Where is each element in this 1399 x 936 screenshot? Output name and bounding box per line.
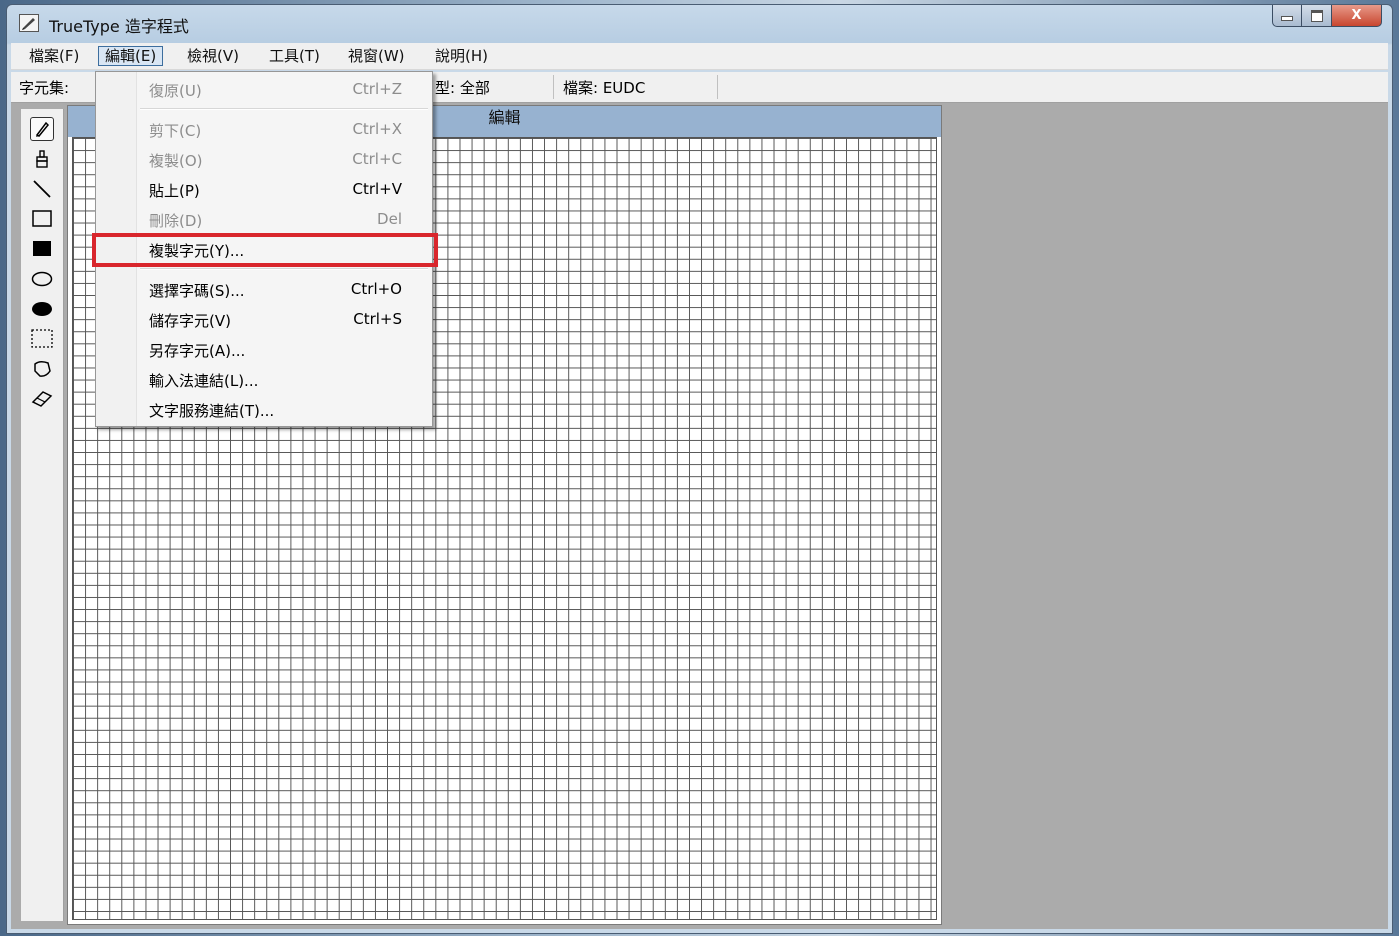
brush-icon[interactable] — [30, 147, 54, 171]
toolbox — [21, 109, 64, 921]
menu-item-label: 輸入法連結(L)... — [149, 372, 259, 390]
menu-separator — [140, 108, 428, 110]
filled-ellipse-icon[interactable] — [30, 297, 54, 321]
menu-bar: 檔案(F) 編輯(E) 檢視(V) 工具(T) 視窗(W) 說明(H) — [11, 43, 1388, 70]
pencil-icon[interactable] — [30, 117, 54, 141]
maximize-icon — [1310, 9, 1323, 22]
hollow-ellipse-icon[interactable] — [30, 267, 54, 291]
title-bar[interactable]: TrueType 造字程式 X — [7, 5, 1392, 41]
close-button[interactable]: X — [1332, 5, 1382, 27]
eraser-icon[interactable] — [30, 387, 54, 411]
freeform-select-icon[interactable] — [30, 357, 54, 381]
menu-item-undo[interactable]: 復原(U) Ctrl+Z — [96, 76, 432, 102]
menu-item-label: 另存字元(A)... — [149, 342, 246, 360]
menu-item-shortcut: Ctrl+S — [353, 310, 402, 328]
menu-item-label: 文字服務連結(T)... — [149, 402, 275, 420]
menu-item-copy[interactable]: 複製(O) Ctrl+C — [96, 146, 432, 172]
menu-tools[interactable]: 工具(T) — [263, 46, 326, 66]
menu-item-save-character[interactable]: 儲存字元(V) Ctrl+S — [96, 306, 432, 332]
menu-item-label: 剪下(C) — [149, 122, 202, 140]
menu-item-save-character-as[interactable]: 另存字元(A)... — [96, 336, 432, 362]
menu-item-select-code[interactable]: 選擇字碼(S)... Ctrl+O — [96, 276, 432, 302]
highlight-annotation-box — [92, 233, 438, 267]
menu-edit[interactable]: 編輯(E) — [98, 46, 164, 66]
window-title: TrueType 造字程式 — [49, 17, 189, 36]
file-label: 檔案: EUDC — [563, 79, 646, 97]
menu-item-shortcut: Del — [377, 210, 402, 228]
type-label: 型: 全部 — [435, 79, 490, 97]
menu-item-delete[interactable]: 刪除(D) Del — [96, 206, 432, 232]
menu-item-text-service-link[interactable]: 文字服務連結(T)... — [96, 396, 432, 422]
menu-help[interactable]: 說明(H) — [429, 46, 494, 66]
app-icon — [19, 14, 39, 32]
menu-item-label: 儲存字元(V) — [149, 312, 231, 330]
menu-item-shortcut: Ctrl+Z — [352, 80, 402, 98]
menu-item-label: 複製(O) — [149, 152, 203, 170]
menu-item-shortcut: Ctrl+X — [352, 120, 402, 138]
menu-item-shortcut: Ctrl+O — [350, 280, 402, 298]
menu-item-cut[interactable]: 剪下(C) Ctrl+X — [96, 116, 432, 142]
menu-item-label: 選擇字碼(S)... — [149, 282, 245, 300]
menu-item-label: 復原(U) — [149, 82, 202, 100]
close-icon: X — [1351, 8, 1362, 23]
line-icon[interactable] — [30, 177, 54, 201]
charset-label: 字元集: — [19, 79, 70, 97]
hollow-rectangle-icon[interactable] — [30, 207, 54, 231]
menu-item-shortcut: Ctrl+V — [352, 180, 402, 198]
menu-item-ime-link[interactable]: 輸入法連結(L)... — [96, 366, 432, 392]
menu-view[interactable]: 檢視(V) — [181, 46, 245, 66]
filled-rectangle-icon[interactable] — [30, 237, 54, 261]
menu-item-shortcut: Ctrl+C — [352, 150, 402, 168]
status-divider — [553, 75, 554, 99]
maximize-button[interactable] — [1302, 5, 1332, 27]
minimize-icon — [1281, 16, 1293, 21]
menu-item-label: 貼上(P) — [149, 182, 200, 200]
rectangular-select-icon[interactable] — [30, 327, 54, 351]
menu-file[interactable]: 檔案(F) — [23, 46, 85, 66]
menu-separator — [140, 268, 428, 270]
menu-window[interactable]: 視窗(W) — [342, 46, 411, 66]
status-divider — [717, 75, 718, 99]
menu-item-label: 刪除(D) — [149, 212, 203, 230]
minimize-button[interactable] — [1272, 5, 1302, 27]
menu-item-paste[interactable]: 貼上(P) Ctrl+V — [96, 176, 432, 202]
